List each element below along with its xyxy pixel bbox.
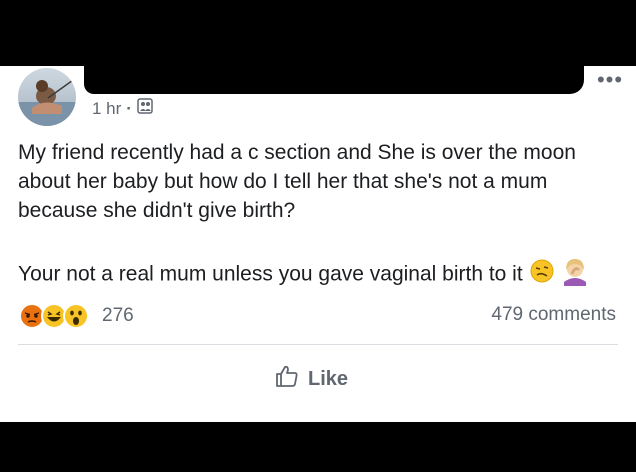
friends-icon [137, 98, 153, 119]
post-time: 1 hr [92, 98, 122, 118]
like-label: Like [308, 367, 349, 390]
separator-dot: · [126, 98, 132, 118]
post-paragraph-2-wrap: Your not a real mum unless you gave vagi… [18, 256, 622, 294]
post-meta: 1 hr · [92, 98, 153, 119]
comment-count[interactable]: 479 comments [491, 304, 616, 326]
woozy-face-icon [529, 258, 555, 292]
post-paragraph-2: Your not a real mum unless you gave vagi… [18, 262, 523, 286]
more-options-icon[interactable]: ••• [584, 66, 636, 94]
avatar[interactable] [18, 68, 76, 126]
facepalm-woman-icon [560, 256, 590, 294]
wow-icon [63, 303, 89, 329]
divider [18, 344, 618, 345]
reaction-count: 276 [102, 305, 134, 326]
reaction-icons [18, 302, 98, 330]
bottom-black-bar [0, 422, 636, 472]
redacted-author-name [84, 66, 584, 94]
thumbs-up-icon [274, 363, 300, 395]
reactions-summary[interactable]: 276 [18, 302, 134, 330]
top-black-bar [0, 0, 636, 66]
like-button[interactable]: Like [274, 363, 348, 395]
facebook-post: ••• 1 hr · My friend recently had a c se… [0, 66, 636, 422]
post-paragraph-1: My friend recently had a c section and S… [18, 141, 576, 222]
